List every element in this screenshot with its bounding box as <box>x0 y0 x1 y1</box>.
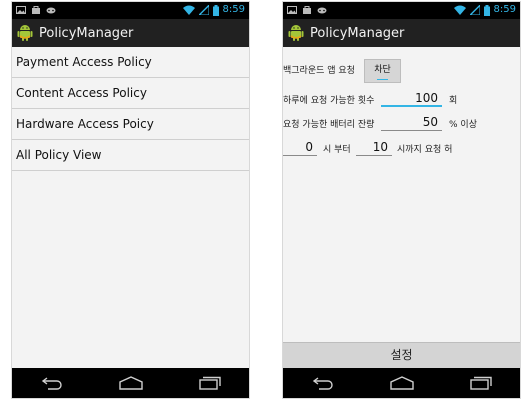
time-from-input[interactable]: 0 <box>283 140 317 156</box>
battery-value: 50 <box>422 115 438 129</box>
background-request-label: 백그라운드 앱 요청 <box>283 66 355 76</box>
daily-limit-row: 하루에 요청 가능한 횟수 100 회 <box>283 89 520 113</box>
time-from-label: 시 부터 <box>323 145 351 155</box>
battery-input[interactable]: 50 <box>381 115 442 131</box>
phone-screen-policy-list: 8:59 PolicyManager Payment Access Policy… <box>11 1 250 399</box>
back-icon <box>41 377 62 390</box>
list-item-label: Content Access Policy <box>16 86 147 100</box>
settings-form: 백그라운드 앱 요청 차단 하루에 요청 가능한 횟수 100 회 요청 가능한… <box>283 47 520 368</box>
battery-icon <box>483 4 490 16</box>
status-bar: 8:59 <box>283 2 520 19</box>
time-range-row: 0 시 부터 10 시까지 요청 허 <box>283 138 520 162</box>
app-title: PolicyManager <box>39 25 134 41</box>
action-bar: PolicyManager <box>12 19 249 47</box>
battery-row: 요청 가능한 배터리 잔량 50 % 이상 <box>283 113 520 137</box>
home-icon <box>389 376 414 390</box>
status-time: 8:59 <box>493 4 516 15</box>
recent-apps-icon <box>198 376 221 390</box>
battery-icon <box>212 4 219 16</box>
home-icon <box>118 376 143 390</box>
status-time: 8:59 <box>222 4 245 15</box>
android-robot-icon <box>17 25 33 41</box>
toggle-indicator <box>377 79 388 80</box>
phone-screen-settings: 8:59 PolicyManager 백그라운드 앱 요청 차단 하루에 요청 … <box>282 1 521 399</box>
list-item-label: All Policy View <box>16 148 102 162</box>
android-robot-icon <box>288 25 304 41</box>
wifi-icon <box>453 5 466 15</box>
signal-icon <box>198 5 209 15</box>
action-bar: PolicyManager <box>283 19 520 47</box>
bag-icon <box>32 6 40 14</box>
block-toggle-label: 차단 <box>374 65 391 75</box>
home-button[interactable] <box>385 372 419 394</box>
list-item-all-policy-view[interactable]: All Policy View <box>12 140 249 171</box>
recent-apps-button[interactable] <box>464 372 498 394</box>
back-icon <box>312 377 333 390</box>
recent-apps-icon <box>469 376 492 390</box>
policy-list: Payment Access Policy Content Access Pol… <box>12 47 249 368</box>
recent-apps-button[interactable] <box>193 372 227 394</box>
set-button-label: 설정 <box>390 348 413 362</box>
battery-label: 요청 가능한 배터리 잔량 <box>283 120 375 130</box>
wifi-icon <box>182 5 195 15</box>
home-button[interactable] <box>114 372 148 394</box>
status-bar: 8:59 <box>12 2 249 19</box>
gamepad-icon <box>317 7 327 14</box>
time-to-input[interactable]: 10 <box>356 140 392 156</box>
list-item-label: Hardware Access Poicy <box>16 117 154 131</box>
battery-unit: % 이상 <box>449 120 477 130</box>
list-item-label: Payment Access Policy <box>16 55 152 69</box>
signal-icon <box>469 5 480 15</box>
set-button[interactable]: 설정 <box>283 342 520 368</box>
nav-bar <box>12 368 249 398</box>
gamepad-icon <box>46 7 56 14</box>
list-item-payment-access-policy[interactable]: Payment Access Policy <box>12 47 249 78</box>
back-button[interactable] <box>306 372 340 394</box>
image-icon <box>16 6 26 14</box>
time-from-value: 0 <box>305 140 313 154</box>
background-request-row: 백그라운드 앱 요청 차단 <box>283 59 520 83</box>
block-toggle-button[interactable]: 차단 <box>364 59 401 83</box>
daily-limit-unit: 회 <box>449 96 458 106</box>
time-to-value: 10 <box>372 140 388 154</box>
nav-bar <box>283 368 520 398</box>
daily-limit-input[interactable]: 100 <box>381 91 442 107</box>
back-button[interactable] <box>35 372 69 394</box>
app-title: PolicyManager <box>310 25 405 41</box>
list-item-content-access-policy[interactable]: Content Access Policy <box>12 78 249 109</box>
bag-icon <box>303 6 311 14</box>
list-item-hardware-access-policy[interactable]: Hardware Access Poicy <box>12 109 249 140</box>
time-to-label: 시까지 요청 허 <box>397 145 453 155</box>
image-icon <box>287 6 297 14</box>
daily-limit-label: 하루에 요청 가능한 횟수 <box>283 96 375 106</box>
daily-limit-value: 100 <box>415 91 438 105</box>
